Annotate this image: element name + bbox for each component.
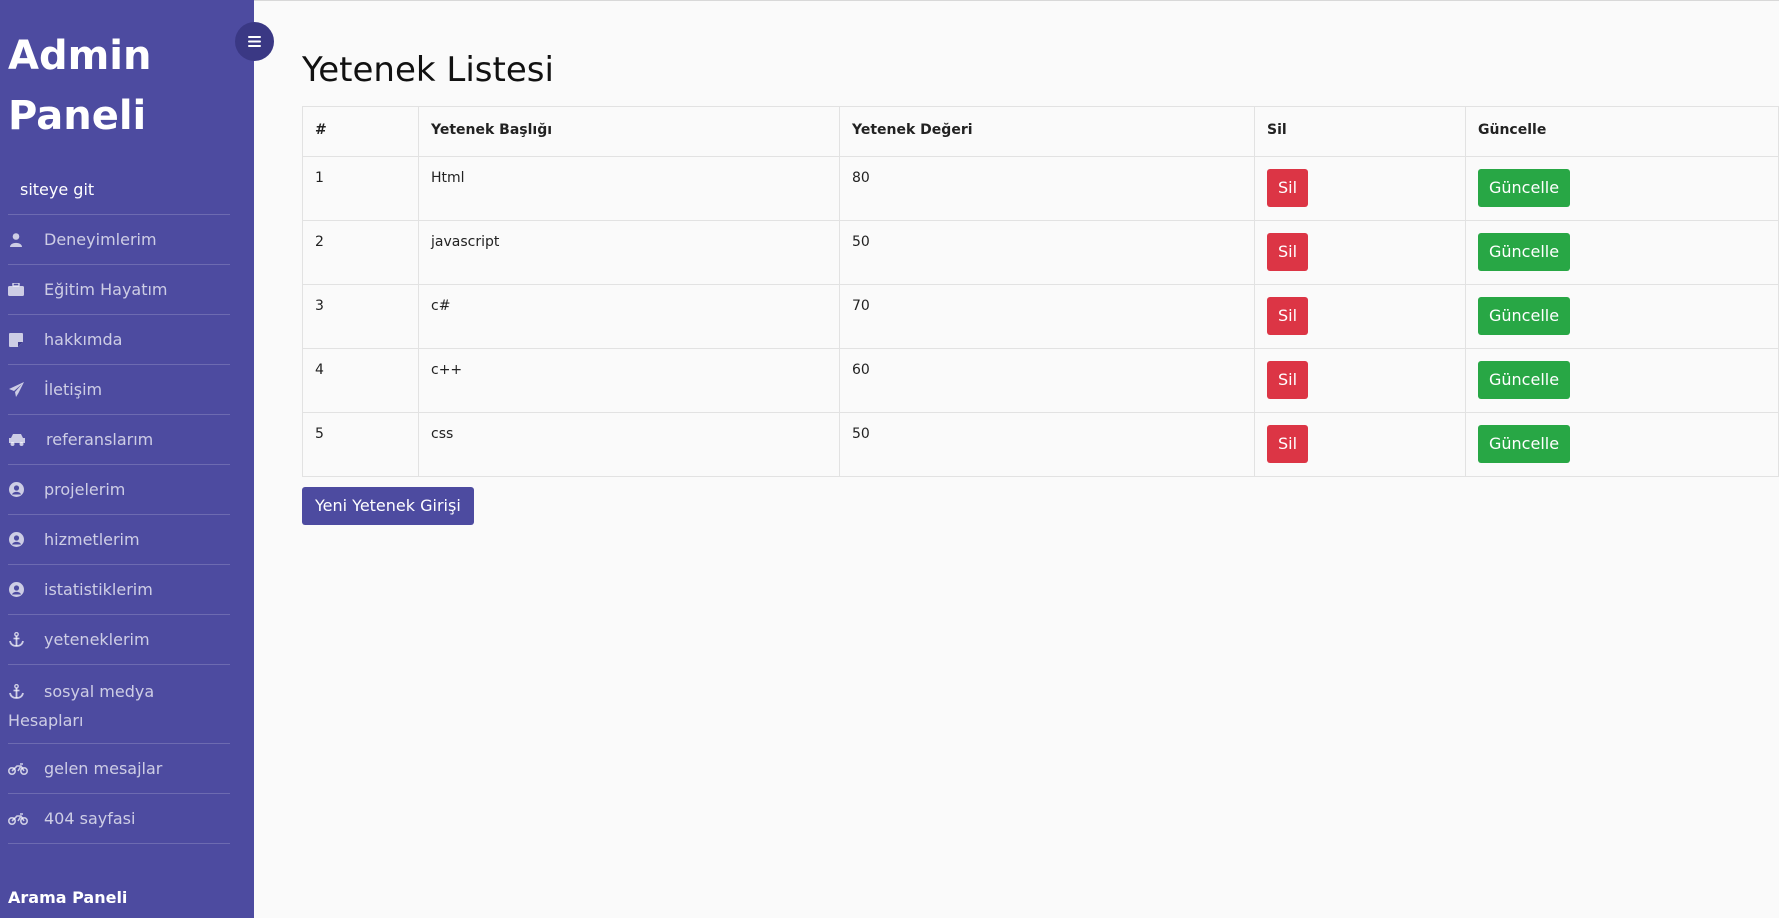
sidebar-item-label: İletişim — [44, 380, 103, 399]
cell-id: 2 — [302, 220, 419, 285]
sidebar-item-label: yeteneklerim — [44, 630, 150, 649]
delete-button[interactable]: Sil — [1267, 425, 1309, 463]
column-header-id: # — [302, 106, 419, 157]
sidebar-item-label: Eğitim Hayatım — [44, 280, 168, 299]
cell-title: Html — [418, 156, 840, 221]
cell-id: 5 — [302, 412, 419, 477]
sidebar-toggle-button[interactable] — [235, 22, 274, 61]
sidebar-item-iletisim[interactable]: İletişim — [8, 365, 230, 415]
cell-title: c# — [418, 284, 840, 349]
sidebar-item-label: siteye git — [20, 180, 95, 199]
cell-title: javascript — [418, 220, 840, 285]
cell-id: 1 — [302, 156, 419, 221]
sticky-note-icon — [8, 332, 24, 348]
user-circle-icon — [8, 482, 24, 498]
sidebar-item-label: istatistiklerim — [44, 580, 153, 599]
cell-delete: Sil — [1254, 220, 1466, 285]
search-panel-heading: Arama Paneli — [8, 888, 128, 907]
cell-update: Güncelle — [1465, 156, 1779, 221]
delete-button[interactable]: Sil — [1267, 297, 1309, 335]
hamburger-icon — [248, 32, 261, 51]
sidebar-item-sosyal-medya[interactable]: sosyal medya Hesapları — [8, 665, 230, 744]
cell-title: css — [418, 412, 840, 477]
sidebar-item-deneyimlerim[interactable]: Deneyimlerim — [8, 215, 230, 265]
update-button[interactable]: Güncelle — [1478, 233, 1571, 271]
cell-delete: Sil — [1254, 156, 1466, 221]
sidebar-item-yeteneklerim[interactable]: yeteneklerim — [8, 615, 230, 665]
sidebar-item-siteye-git[interactable]: siteye git — [8, 165, 230, 215]
sidebar-item-projelerim[interactable]: projelerim — [8, 465, 230, 515]
user-circle-icon — [8, 582, 24, 598]
sidebar-item-label: hakkımda — [44, 330, 123, 349]
brand-title[interactable]: Admin Paneli — [8, 26, 158, 146]
cell-update: Güncelle — [1465, 412, 1779, 477]
user-icon — [8, 232, 24, 248]
table-row: 5 css 50 Sil Güncelle — [302, 412, 1779, 477]
column-header-value: Yetenek Değeri — [839, 106, 1255, 157]
table-row: 2 javascript 50 Sil Güncelle — [302, 220, 1779, 285]
car-icon — [8, 432, 26, 448]
cell-update: Güncelle — [1465, 348, 1779, 413]
sidebar-item-istatistiklerim[interactable]: istatistiklerim — [8, 565, 230, 615]
sidebar-item-label: 404 sayfasi — [44, 809, 136, 828]
sidebar-item-label: Deneyimlerim — [44, 230, 157, 249]
sidebar-item-label: referanslarım — [46, 430, 154, 449]
table-row: 4 c++ 60 Sil Güncelle — [302, 348, 1779, 413]
sidebar-item-hakkimda[interactable]: hakkımda — [8, 315, 230, 365]
cell-title: c++ — [418, 348, 840, 413]
anchor-icon — [8, 632, 24, 648]
delete-button[interactable]: Sil — [1267, 169, 1309, 207]
table-header-row: # Yetenek Başlığı Yetenek Değeri Sil Gün… — [302, 106, 1779, 157]
sidebar-nav: siteye git Deneyimlerim Eğitim Hayatım h… — [8, 165, 230, 844]
delete-button[interactable]: Sil — [1267, 233, 1309, 271]
cell-update: Güncelle — [1465, 284, 1779, 349]
cell-value: 80 — [839, 156, 1255, 221]
sidebar-item-label: projelerim — [44, 480, 126, 499]
sidebar-item-label: gelen mesajlar — [44, 759, 163, 778]
table-row: 1 Html 80 Sil Güncelle — [302, 156, 1779, 221]
cell-value: 50 — [839, 412, 1255, 477]
cell-update: Güncelle — [1465, 220, 1779, 285]
page-title: Yetenek Listesi — [302, 50, 554, 90]
update-button[interactable]: Güncelle — [1478, 425, 1571, 463]
sidebar-item-label: sosyal medya Hesapları — [8, 682, 155, 730]
sidebar-item-label: hizmetlerim — [44, 530, 140, 549]
update-button[interactable]: Güncelle — [1478, 169, 1571, 207]
sidebar-item-hizmetlerim[interactable]: hizmetlerim — [8, 515, 230, 565]
top-border — [0, 0, 1779, 1]
cell-value: 60 — [839, 348, 1255, 413]
column-header-delete: Sil — [1254, 106, 1466, 157]
update-button[interactable]: Güncelle — [1478, 297, 1571, 335]
sidebar-item-404-sayfasi[interactable]: 404 sayfasi — [8, 794, 230, 844]
sidebar: Admin Paneli siteye git Deneyimlerim Eği… — [0, 0, 254, 918]
column-header-update: Güncelle — [1465, 106, 1779, 157]
paper-plane-icon — [8, 382, 24, 398]
table-row: 3 c# 70 Sil Güncelle — [302, 284, 1779, 349]
cell-delete: Sil — [1254, 284, 1466, 349]
motorcycle-icon — [8, 811, 28, 827]
sidebar-item-label-wrap: sosyal medya Hesapları — [8, 677, 178, 735]
brand-text: Admin Paneli — [8, 33, 152, 139]
user-circle-icon — [8, 532, 24, 548]
update-button[interactable]: Güncelle — [1478, 361, 1571, 399]
cell-id: 4 — [302, 348, 419, 413]
cell-id: 3 — [302, 284, 419, 349]
sidebar-item-referanslarim[interactable]: referanslarım — [8, 415, 230, 465]
new-skill-button[interactable]: Yeni Yetenek Girişi — [302, 487, 474, 525]
skills-table: # Yetenek Başlığı Yetenek Değeri Sil Gün… — [302, 106, 1779, 477]
sidebar-item-gelen-mesajlar[interactable]: gelen mesajlar — [8, 744, 230, 794]
cell-delete: Sil — [1254, 412, 1466, 477]
cell-value: 70 — [839, 284, 1255, 349]
cell-value: 50 — [839, 220, 1255, 285]
anchor-icon — [8, 683, 24, 699]
column-header-title: Yetenek Başlığı — [418, 106, 840, 157]
motorcycle-icon — [8, 761, 28, 777]
cell-delete: Sil — [1254, 348, 1466, 413]
delete-button[interactable]: Sil — [1267, 361, 1309, 399]
briefcase-icon — [8, 282, 24, 298]
sidebar-item-egitim-hayatim[interactable]: Eğitim Hayatım — [8, 265, 230, 315]
